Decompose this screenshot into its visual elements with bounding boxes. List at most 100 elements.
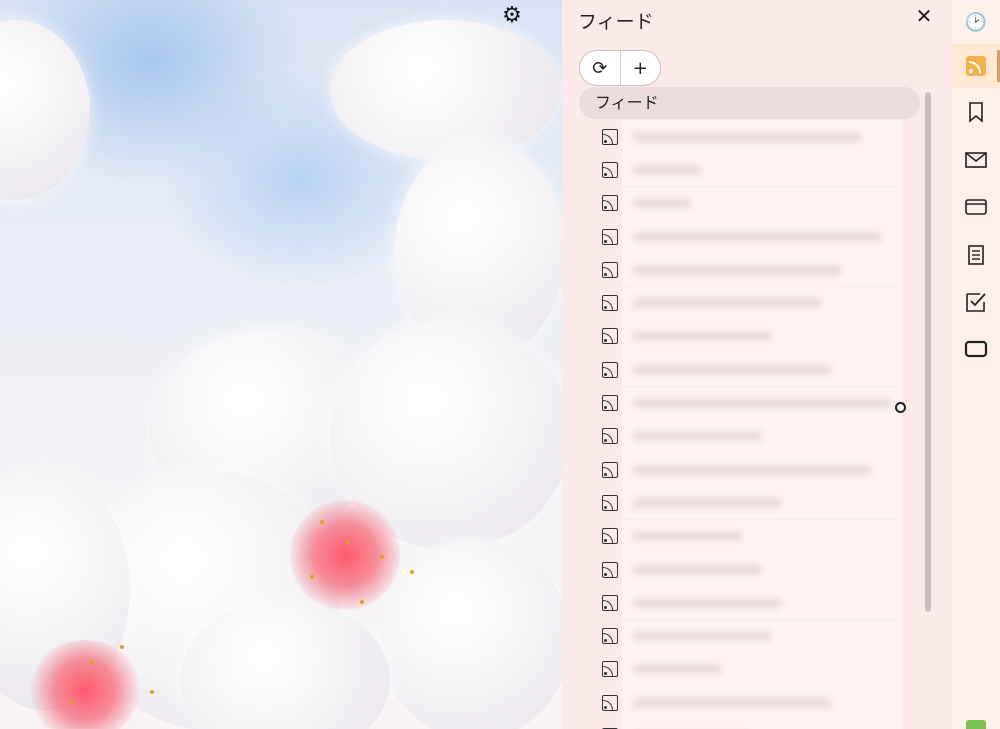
stamen	[320, 520, 324, 524]
stamen	[310, 575, 314, 579]
feed-list-item[interactable]	[602, 686, 902, 720]
feed-title-redacted	[622, 453, 902, 487]
bookmark-icon	[969, 102, 983, 122]
feed-title-redacted	[622, 253, 902, 287]
rss-icon	[602, 395, 618, 412]
feed-folder-header[interactable]: フィード	[579, 87, 920, 119]
gear-icon[interactable]: ⚙	[500, 4, 524, 28]
feed-title-redacted	[622, 186, 902, 220]
feed-list-item[interactable]	[602, 553, 902, 586]
feed-list-item[interactable]	[602, 386, 902, 420]
feed-list-item[interactable]	[602, 652, 902, 686]
mouse-cursor	[895, 402, 906, 413]
rss-icon	[602, 261, 618, 278]
blurred-text	[632, 164, 702, 175]
feed-title-redacted	[622, 719, 902, 729]
rss-icon	[602, 461, 618, 478]
feed-list-item[interactable]	[602, 186, 902, 220]
feed-title-redacted	[622, 353, 902, 387]
rss-icon	[602, 228, 618, 245]
feed-list-item[interactable]	[602, 419, 902, 453]
blurred-text	[632, 198, 692, 209]
feed-list-item[interactable]	[602, 586, 902, 620]
refresh-icon[interactable]: ⟳	[580, 51, 620, 85]
rss-icon	[602, 195, 618, 212]
feed-title-redacted	[622, 419, 902, 453]
feed-list-item[interactable]	[602, 253, 902, 287]
rss-icon	[602, 328, 618, 345]
checkbox-icon	[966, 293, 986, 312]
blurred-text	[632, 697, 832, 708]
mail-icon	[965, 152, 987, 168]
blossom-petal	[0, 20, 90, 200]
rss-icon	[602, 528, 618, 545]
blurred-text	[632, 131, 862, 142]
blossom-petal	[330, 20, 560, 160]
blurred-text	[632, 431, 762, 442]
blurred-text	[632, 331, 772, 342]
clock-icon: 🕑	[964, 11, 988, 33]
feed-list-item[interactable]	[602, 120, 902, 154]
blurred-text	[632, 398, 892, 409]
stamen	[410, 570, 414, 574]
stamen	[150, 690, 154, 694]
feed-title-redacted	[622, 153, 902, 187]
feed-list-item[interactable]	[602, 220, 902, 254]
sidebar-item-notes[interactable]	[952, 233, 1000, 277]
sidebar-item-history[interactable]: 🕑	[952, 0, 1000, 44]
stamen	[360, 600, 364, 604]
blurred-text	[632, 564, 762, 575]
feed-title-redacted	[622, 486, 902, 520]
blurred-text	[632, 464, 872, 475]
rss-icon	[602, 361, 618, 378]
sidebar-item-feeds[interactable]	[952, 44, 1000, 88]
right-sidebar: 🕑	[952, 0, 1000, 729]
blossom-center	[30, 640, 140, 729]
feed-list-item[interactable]	[602, 619, 902, 653]
blossom-petal	[380, 540, 562, 729]
feed-panel: フィード ✕ ⟳ + フィード	[562, 0, 952, 729]
blurred-text	[632, 631, 772, 642]
rss-icon	[602, 295, 618, 312]
scrollbar[interactable]	[925, 92, 931, 612]
close-icon[interactable]: ✕	[912, 4, 936, 28]
blurred-text	[632, 298, 822, 309]
rss-icon	[966, 56, 986, 76]
window-icon	[964, 340, 988, 358]
rss-icon	[602, 594, 618, 611]
blurred-text	[632, 531, 742, 542]
stamen	[120, 645, 124, 649]
feed-list-item[interactable]	[602, 486, 902, 520]
feed-list-item[interactable]	[602, 286, 902, 320]
feed-list-item[interactable]	[602, 353, 902, 387]
feed-title-redacted	[622, 220, 902, 254]
feed-title-redacted	[622, 386, 902, 420]
blurred-text	[632, 264, 842, 275]
feed-list	[602, 120, 902, 729]
feed-title-redacted	[622, 619, 902, 653]
rss-icon	[602, 694, 618, 711]
feed-title-redacted	[622, 652, 902, 686]
plus-icon[interactable]: +	[619, 51, 661, 85]
feed-list-item[interactable]	[602, 319, 902, 353]
sidebar-item-tasks[interactable]	[952, 280, 1000, 324]
blurred-text	[632, 231, 882, 242]
feed-list-item[interactable]	[602, 719, 902, 729]
rss-icon	[602, 494, 618, 511]
wallpaper-blossom	[0, 0, 562, 729]
blurred-text	[632, 664, 722, 675]
status-indicator	[966, 720, 986, 729]
panel-title: フィード	[578, 11, 654, 33]
sidebar-item-bookmarks[interactable]	[952, 90, 1000, 134]
sidebar-item-mail[interactable]	[952, 138, 1000, 182]
feed-list-item[interactable]	[602, 153, 902, 187]
rss-icon	[602, 161, 618, 178]
sidebar-item-wallet[interactable]	[952, 185, 1000, 229]
feed-list-item[interactable]	[602, 519, 902, 553]
blurred-text	[632, 597, 782, 608]
rss-icon	[602, 661, 618, 678]
feed-title-redacted	[622, 286, 902, 320]
feed-list-item[interactable]	[602, 453, 902, 487]
stamen	[380, 555, 384, 559]
sidebar-item-window[interactable]	[952, 327, 1000, 371]
